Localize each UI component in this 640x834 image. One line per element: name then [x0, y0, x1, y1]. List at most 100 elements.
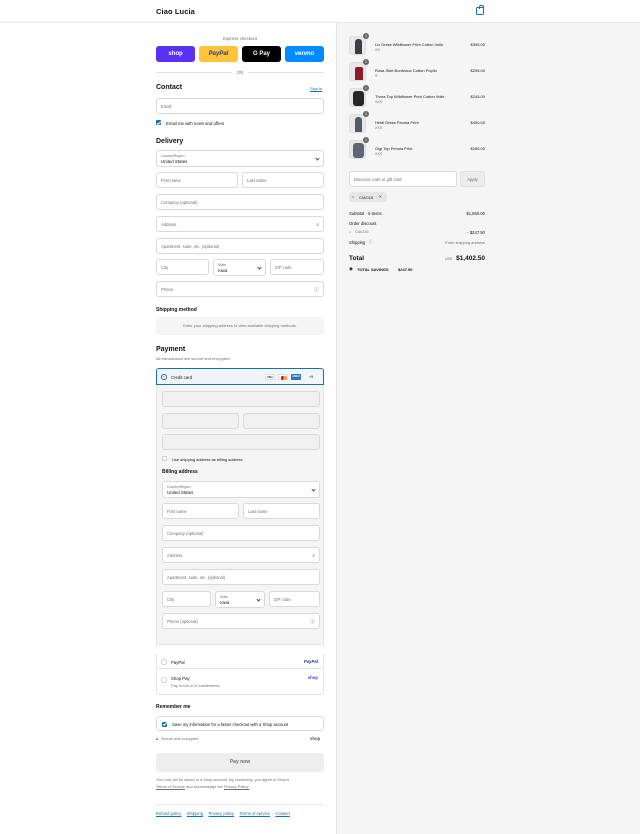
item-price: $265.00: [470, 146, 485, 151]
billing-country-select[interactable]: Country/Region United States: [162, 481, 320, 498]
zip-field[interactable]: ZIP code: [270, 259, 324, 275]
brand-logo[interactable]: Ciao Lucia: [156, 7, 195, 16]
close-icon[interactable]: ×: [379, 194, 382, 199]
card-cvv-field[interactable]: [243, 413, 320, 429]
footer-divider: [156, 804, 324, 805]
apartment-field[interactable]: Apartment, suite, etc. (optional): [156, 238, 324, 254]
first-name-placeholder: First name: [161, 178, 181, 183]
shop-pay-radio[interactable]: [161, 677, 167, 683]
privacy-policy-link[interactable]: Privacy policy: [208, 811, 234, 816]
email-field[interactable]: Email: [156, 98, 324, 114]
discount-code-field[interactable]: Discount code or gift card: [349, 171, 457, 187]
terms-link[interactable]: Terms of Service: [156, 784, 185, 789]
item-variant: XXS: [375, 152, 383, 156]
chevron-down-icon: [315, 155, 320, 161]
item-price: $395.00: [470, 42, 485, 47]
shopping-bag-icon[interactable]: [476, 5, 484, 15]
card-number-field[interactable]: [162, 391, 320, 407]
company-placeholder: Company (optional): [161, 200, 198, 205]
last-name-field[interactable]: Last name: [242, 172, 324, 188]
billing-city-placeholder: City: [167, 597, 175, 602]
terms-of-service-link[interactable]: Terms of service: [239, 811, 269, 816]
total-savings-label: TOTAL SAVINGS: [357, 266, 389, 272]
help-circle-icon[interactable]: ⓘ: [311, 619, 316, 625]
billing-zip-field[interactable]: ZIP code: [269, 591, 320, 607]
shipping-method-title: Shipping method: [156, 307, 197, 313]
credit-card-option[interactable]: Credit card VISA AMEX +5: [156, 368, 324, 385]
save-info-checkbox[interactable]: [162, 721, 167, 727]
shop-pay-option[interactable]: Shop Pay Pay in full or in installments …: [156, 670, 324, 695]
billing-last-name-placeholder: Last name: [248, 509, 268, 514]
billing-apartment-field[interactable]: Apartment, suite, etc. (optional): [162, 569, 320, 585]
billing-first-name-field[interactable]: First name: [162, 503, 239, 519]
shop-pay-button[interactable]: shop: [156, 46, 195, 62]
credit-card-radio[interactable]: [161, 374, 167, 380]
or-divider-label: OR: [232, 69, 248, 75]
billing-phone-placeholder: Phone (optional): [167, 619, 198, 624]
refund-policy-link[interactable]: Refund policy: [156, 811, 181, 816]
header: Ciao Lucia: [0, 0, 640, 23]
privacy-link[interactable]: Privacy Policy.: [224, 784, 249, 789]
billing-company-placeholder: Company (optional): [167, 531, 204, 536]
currency-label: USD: [445, 257, 453, 261]
cart-item: 1 Liv Dress Wildflower Print Cotton Voil…: [349, 33, 485, 58]
payment-title: Payment: [156, 346, 186, 353]
save-info-box[interactable]: Save my information for a faster checkou…: [156, 716, 324, 731]
help-circle-icon[interactable]: ⓘ: [369, 240, 373, 245]
billing-last-name-field[interactable]: Last name: [243, 503, 320, 519]
delivery-title: Delivery: [156, 138, 184, 145]
shop-pay-label: Shop Pay: [171, 676, 190, 681]
first-name-field[interactable]: First name: [156, 172, 238, 188]
cart-item: 1 Thora Top Wildflower Print Cotton Voil…: [349, 85, 485, 110]
billing-company-field[interactable]: Company (optional): [162, 525, 320, 541]
sign-in-link[interactable]: Sign in: [310, 86, 322, 91]
address-placeholder: Address: [161, 222, 177, 227]
billing-state-value: Iowa: [220, 599, 230, 605]
city-field[interactable]: City: [156, 259, 209, 275]
paypal-option[interactable]: PayPal PayPal: [156, 654, 324, 669]
paypal-radio[interactable]: [161, 659, 167, 665]
billing-apartment-placeholder: Apartment, suite, etc. (optional): [167, 575, 226, 580]
cart-summary: 1 Liv Dress Wildflower Print Cotton Voil…: [349, 23, 485, 273]
save-info-label: Save my information for a faster checkou…: [172, 722, 289, 727]
tag-icon: ⌂: [349, 230, 352, 234]
quantity-badge: 1: [363, 85, 369, 91]
venmo-button[interactable]: venmo: [285, 46, 324, 62]
card-expiry-field[interactable]: [162, 413, 239, 429]
product-image: [355, 117, 362, 132]
product-thumbnail: [349, 62, 366, 81]
country-select[interactable]: Country/Region United States: [156, 150, 324, 167]
paypal-button[interactable]: PayPal: [199, 46, 238, 62]
google-pay-button[interactable]: G Pay: [242, 46, 281, 62]
contact-title: Contact: [156, 84, 183, 91]
pay-now-button[interactable]: Pay now: [156, 753, 324, 772]
quantity-badge: 1: [363, 59, 369, 65]
phone-field[interactable]: Phone ⓘ: [156, 281, 324, 297]
savings-icon: ◉: [349, 266, 353, 271]
contact-link[interactable]: Contact: [275, 811, 289, 816]
address-field[interactable]: Address ⌕: [156, 216, 324, 232]
billing-state-select[interactable]: State Iowa: [215, 591, 265, 608]
state-value: Iowa: [218, 267, 228, 273]
billing-same-checkbox[interactable]: [162, 456, 167, 461]
more-cards-badge: +5: [309, 375, 314, 379]
company-field[interactable]: Company (optional): [156, 194, 324, 210]
name-on-card-field[interactable]: [162, 434, 320, 450]
help-circle-icon[interactable]: ⓘ: [315, 287, 320, 293]
order-discount-label: Order discount: [349, 221, 377, 226]
last-name-placeholder: Last name: [247, 178, 267, 183]
country-label: Country/Region: [161, 153, 185, 158]
card-details-panel: Use shipping address as billing address …: [156, 385, 324, 645]
apartment-placeholder: Apartment, suite, etc. (optional): [161, 244, 220, 249]
discount-code-label: CIAO15: [355, 230, 369, 234]
email-placeholder: Email: [161, 104, 172, 109]
shipping-method-message: Enter your shipping address to view avai…: [156, 317, 324, 335]
news-checkbox[interactable]: [156, 120, 161, 125]
shipping-link[interactable]: Shipping: [187, 811, 203, 816]
cart-item: 1 Rosa Skirt Bordeaux Cotton Poplin S $2…: [349, 59, 485, 84]
billing-city-field[interactable]: City: [162, 591, 211, 607]
apply-button[interactable]: Apply: [460, 171, 485, 187]
billing-phone-field[interactable]: Phone (optional) ⓘ: [162, 613, 320, 629]
billing-address-field[interactable]: Address ⌕: [162, 547, 320, 563]
state-select[interactable]: State Iowa: [213, 259, 266, 276]
